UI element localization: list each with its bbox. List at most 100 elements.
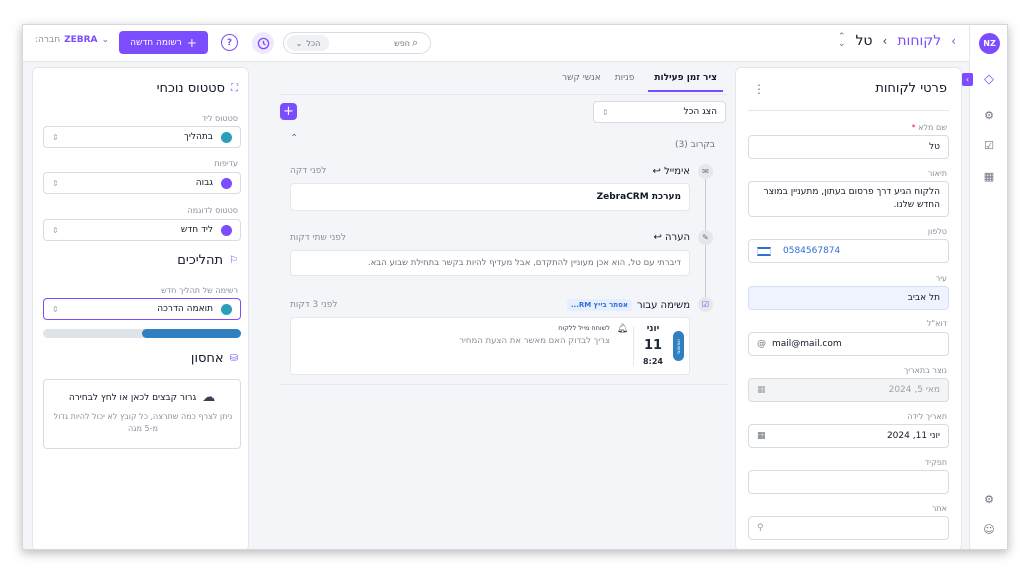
side-rail: NZ ◇ ⚙ ☑ ▦ ⚙ ☺ <box>969 25 1007 549</box>
note-card[interactable]: דיברתי עם טל, הוא אכן מעוניין להתקדם, אב… <box>290 250 690 276</box>
company-value: ZEBRA <box>64 35 98 45</box>
lead-status-value: בתהליך <box>184 132 213 142</box>
collapse-icon[interactable]: ⌃ <box>290 133 298 144</box>
sort-icon: ⇕ <box>52 225 59 235</box>
task-day-num: 11 <box>643 338 663 353</box>
description-label: תיאור <box>927 169 947 178</box>
calendar-icon[interactable]: ▦ <box>757 431 766 441</box>
expand-icon[interactable]: ⛶ <box>231 83 238 94</box>
email-card[interactable]: מערכת ZebraCRM <box>290 183 690 211</box>
email-body: מערכת ZebraCRM <box>596 192 681 202</box>
email-label: דוא"ל <box>926 319 947 328</box>
full-name-value: טל <box>929 142 940 152</box>
phone-label: טלפון <box>927 227 947 236</box>
search-filter-select[interactable]: הכל ⌄ <box>287 35 329 51</box>
breadcrumb-root[interactable]: לקוחות <box>897 33 941 49</box>
israel-flag-icon[interactable] <box>757 246 771 256</box>
assignee-badge[interactable]: אסתר בייץ RM... <box>566 299 632 311</box>
tag-icon[interactable]: ◇ <box>979 69 999 89</box>
file-dropzone[interactable]: ☁ גרור קבצים לכאן או לחץ לבחירה ניתן לצר… <box>43 379 241 449</box>
email-field[interactable]: @ mail@mail.com <box>748 332 949 356</box>
status-title: סטטוס נוכחי <box>156 81 225 96</box>
filter-label: הכל <box>306 38 321 48</box>
tab-timeline[interactable]: ציר זמן פעילות <box>648 73 723 92</box>
role-field[interactable] <box>748 470 949 494</box>
phone-field[interactable]: 0584567874 <box>748 239 949 263</box>
example-status-label: סטטוס לדוגמה <box>187 206 238 215</box>
note-type-label: הערה <box>665 232 690 243</box>
website-field[interactable]: ⚲ <box>748 516 949 540</box>
task-card[interactable]: משימה יוני 11 8:24 🔔︎ לשוחח מייל ללקוח צ… <box>290 317 690 375</box>
priority-value: גבוה <box>195 178 213 188</box>
avatar[interactable]: NZ <box>979 33 1000 54</box>
created-value: מאי 5, 2024 <box>888 385 940 395</box>
chevron-right-icon[interactable]: › <box>951 34 956 48</box>
note-type: הערה ↩ <box>653 232 690 243</box>
sort-icon: ⇕ <box>602 107 609 117</box>
website-label: אתר <box>931 504 947 513</box>
sort-icon: ⇕ <box>52 178 59 188</box>
details-title: פרטי לקוחות <box>875 81 947 96</box>
task-time: לפני 3 דקות <box>290 300 338 310</box>
flag-icon: ⚐ <box>229 255 238 266</box>
city-label: עיר <box>935 274 947 283</box>
task-body: צריך לבדוק האם מאשר את הצעת המחיר <box>459 336 610 346</box>
task-title: לשוחח מייל ללקוח <box>558 324 610 332</box>
task-type-label: משימה עבור <box>636 299 690 311</box>
calendar-icon[interactable]: ▦ <box>979 166 999 186</box>
calendar-icon: ▦ <box>757 385 766 395</box>
sort-icon[interactable]: ⌃ ⌄ <box>838 33 846 49</box>
breadcrumb: › לקוחות › טל ⌃ ⌄ <box>838 33 956 50</box>
show-all-select[interactable]: הצג הכל ⇕ <box>593 101 726 123</box>
status-dot <box>221 224 232 236</box>
show-all-label: הצג הכל <box>683 107 717 117</box>
new-record-button[interactable]: רשומה חדשה + <box>119 31 208 54</box>
search-icon: ⌕ <box>412 36 419 49</box>
city-field[interactable]: תל אביב <box>748 286 949 310</box>
sort-icon: ⇕ <box>52 304 59 314</box>
status-header: ⛶ סטטוס נוכחי <box>157 81 238 96</box>
chevron-right-icon: › <box>882 34 888 48</box>
tab-inquiries[interactable]: פניות <box>615 73 635 92</box>
full-name-field[interactable]: טל <box>748 135 949 159</box>
email-icon: ✉ <box>698 164 713 179</box>
upload-note: ניתן לצרף כמה שתרצה, כל קובץ לא יכול להי… <box>53 412 233 433</box>
example-status-select[interactable]: ליד חדש ⇕ <box>43 219 241 241</box>
priority-select[interactable]: גבוה ⇕ <box>43 172 241 194</box>
more-icon[interactable]: ⋮ <box>753 82 765 96</box>
robot-icon[interactable]: ☺ <box>979 519 999 539</box>
reply-icon: ↩ <box>653 232 662 243</box>
breadcrumb-current: טל <box>855 33 873 49</box>
checklist-icon[interactable]: ☑ <box>979 135 999 155</box>
history-icon[interactable] <box>252 32 274 54</box>
gear-icon[interactable]: ⚙ <box>979 489 999 509</box>
email-time: לפני דקה <box>290 166 327 176</box>
tab-contacts[interactable]: אנשי קשר <box>562 73 601 92</box>
company-selector[interactable]: ⌄ ZEBRA חברה: <box>35 35 109 45</box>
city-value: תל אביב <box>907 293 940 303</box>
search-bar: הכל ⌄ ⌕ <box>283 32 431 54</box>
collapse-panel-button[interactable]: ‹ <box>962 73 973 86</box>
search-input[interactable] <box>334 36 410 50</box>
lead-status-select[interactable]: בתהליך ⇕ <box>43 126 241 148</box>
description-value: הלקוח הגיע דרך פרסום בעתון, מתעניין במוצ… <box>763 187 940 210</box>
company-label: חברה: <box>35 35 61 45</box>
top-bar: ⌄ ZEBRA חברה: רשומה חדשה + ? הכל ⌄ ⌕ › ל… <box>23 25 969 62</box>
task-icon: ☑ <box>698 297 713 312</box>
status-dot <box>221 131 232 143</box>
task-day-name: יוני <box>646 324 660 334</box>
processes-header: ⚐ תהליכים <box>177 253 238 268</box>
birthdate-field[interactable]: יוני 11, 2024 ▦ <box>748 424 949 448</box>
full-name-label-text: שם מלא <box>918 123 947 132</box>
process-select[interactable]: תואמה הדרכה ⇕ <box>43 298 241 320</box>
status-dot <box>221 177 232 189</box>
add-activity-button[interactable]: + <box>280 103 297 120</box>
birthdate-label: תאריך לידה <box>907 412 947 421</box>
description-field[interactable]: הלקוח הגיע דרך פרסום בעתון, מתעניין במוצ… <box>748 181 949 217</box>
help-icon[interactable]: ? <box>221 34 238 51</box>
required-marker: * <box>911 123 916 132</box>
chevron-down-icon: ⌄ <box>295 38 303 48</box>
process-progress <box>43 329 241 338</box>
settings-icon[interactable]: ⚙ <box>979 105 999 125</box>
full-name-label: שם מלא * <box>912 123 947 132</box>
